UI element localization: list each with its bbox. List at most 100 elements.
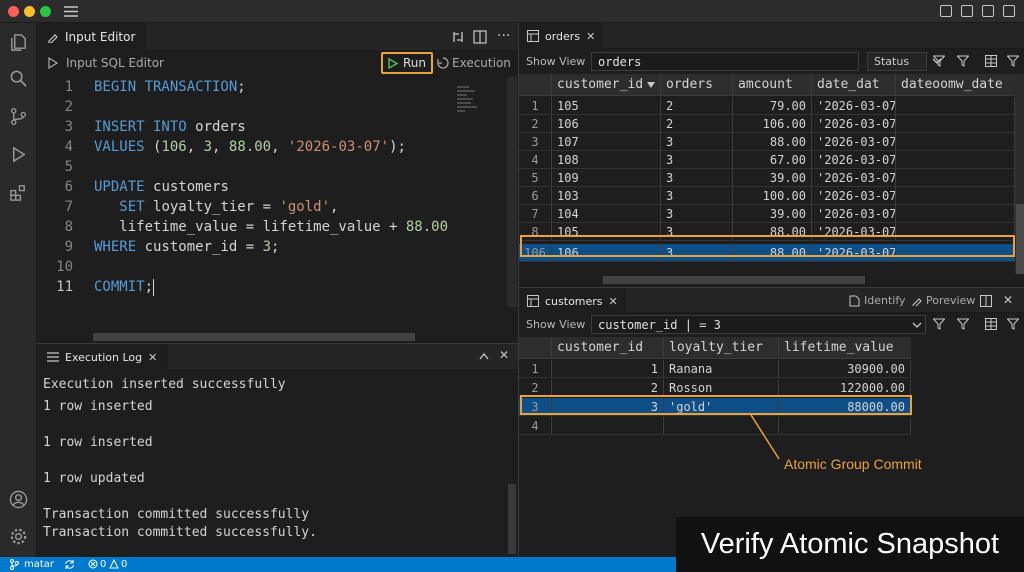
row-number: 6 xyxy=(519,187,552,204)
layout-icon[interactable] xyxy=(1003,5,1015,17)
log-scrollbar[interactable] xyxy=(508,484,516,554)
table-row[interactable]: 7 104 3 39.00'2026-03-07 xyxy=(519,205,1015,223)
editor-horizontal-scrollbar[interactable] xyxy=(93,333,415,341)
branch-name[interactable]: matar xyxy=(24,557,54,572)
row-number: 4 xyxy=(519,151,552,168)
extensions-icon[interactable] xyxy=(9,183,28,202)
code-line[interactable]: 4 VALUES (106, 3, 88.00, '2026-03-07'); xyxy=(37,137,507,157)
tab-orders[interactable]: orders ✕ xyxy=(519,23,604,49)
table-row[interactable]: 4 108 3 67.00'2026-03-07 xyxy=(519,151,1015,169)
caption-overlay: Verify Atomic Snapshot xyxy=(676,517,1024,572)
code-token: 106 xyxy=(161,139,187,155)
table-cell xyxy=(896,169,1015,186)
customers-col-loyalty-tier[interactable]: loyalty_tier xyxy=(664,337,779,358)
preview-button[interactable]: Poreview xyxy=(926,294,975,307)
tab-input-editor[interactable]: Input Editor xyxy=(37,23,147,51)
orders-col-orders[interactable]: orders xyxy=(661,74,733,95)
close-panel-icon[interactable]: ✕ xyxy=(499,348,509,362)
menu-icon[interactable] xyxy=(64,6,78,17)
customers-col-lifetime-value[interactable]: lifetime_value xyxy=(779,337,911,358)
editor-vertical-scrollbar[interactable] xyxy=(507,77,517,307)
code-line[interactable]: 7 SET loyalty_tier = 'gold', xyxy=(37,197,507,217)
code-text: lifetime_value = lifetime_value + 88.00 xyxy=(94,217,448,237)
filter-clear-icon[interactable] xyxy=(957,55,969,67)
problems-count[interactable]: 0 xyxy=(100,557,106,572)
split-editor-icon[interactable] xyxy=(473,30,487,44)
code-text: BEGIN TRANSACTION; xyxy=(94,77,246,97)
status-dropdown[interactable]: Status xyxy=(867,52,942,71)
orders-vertical-scrollbar[interactable] xyxy=(1015,74,1024,274)
table-row[interactable]: 4 xyxy=(519,417,911,435)
filter-icon[interactable] xyxy=(933,318,945,330)
table-row[interactable]: 1 1 Ranana 30900.00 xyxy=(519,360,911,378)
settings-gear-icon[interactable] xyxy=(9,527,28,546)
code-line[interactable]: 2 xyxy=(37,97,507,117)
execution-button[interactable]: Execution xyxy=(452,56,511,70)
toggle-panel-icon[interactable] xyxy=(961,5,973,17)
tab-customers[interactable]: customers ✕ xyxy=(519,288,626,314)
explorer-icon[interactable] xyxy=(9,33,28,52)
search-icon[interactable] xyxy=(9,69,28,88)
code-line[interactable]: 3 INSERT INTO orders xyxy=(37,117,507,137)
tab-execution-log-label: Execution Log xyxy=(65,350,143,364)
code-line[interactable]: 5 xyxy=(37,157,507,177)
table-row[interactable]: 6 103 3 100.00'2026-03-07 xyxy=(519,187,1015,205)
close-customers-tab-icon[interactable]: ✕ xyxy=(609,295,618,308)
orders-filter-input[interactable]: orders xyxy=(591,52,859,71)
code-token: ; xyxy=(144,279,154,295)
close-orders-tab-icon[interactable]: ✕ xyxy=(586,30,595,43)
run-button[interactable]: Run xyxy=(381,52,433,74)
chevron-up-icon[interactable] xyxy=(479,352,489,360)
code-line[interactable]: 8 lifetime_value = lifetime_value + 88.0… xyxy=(37,217,507,237)
log-line: 1 row inserted xyxy=(43,435,153,450)
chevron-down-icon[interactable] xyxy=(912,322,922,329)
filter-clear-icon[interactable] xyxy=(957,318,969,330)
line-number: 3 xyxy=(64,119,73,135)
orders-col-date2[interactable]: dateoomw_date xyxy=(896,74,1015,95)
sync-icon[interactable] xyxy=(64,559,75,570)
table-cell: 2 xyxy=(661,115,733,132)
table-cell: 106 xyxy=(552,115,661,132)
split-icon[interactable] xyxy=(980,295,992,307)
customers-filter-input[interactable]: customer_id | = 3 xyxy=(591,315,926,334)
orders-col-date[interactable]: date_dat xyxy=(812,74,896,95)
code-text: INSERT INTO orders xyxy=(94,117,246,137)
source-control-icon[interactable] xyxy=(9,107,28,126)
code-line[interactable]: 11 COMMIT; xyxy=(37,277,507,297)
filter-icon[interactable] xyxy=(933,55,945,67)
minimize-window-button[interactable] xyxy=(24,6,35,17)
close-log-tab-icon[interactable]: ✕ xyxy=(148,351,157,364)
customers-show-view-label: Show View xyxy=(526,318,586,331)
column-filter-icon[interactable] xyxy=(1007,318,1019,330)
code-line[interactable]: 1 BEGIN TRANSACTION; xyxy=(37,77,507,97)
code-line[interactable]: 9 WHERE customer_id = 3; xyxy=(37,237,507,257)
close-window-button[interactable] xyxy=(8,6,19,17)
table-row[interactable]: 1 105 2 79.00'2026-03-07 xyxy=(519,97,1015,115)
compare-icon[interactable] xyxy=(451,30,465,44)
orders-horizontal-scrollbar[interactable] xyxy=(603,276,865,284)
maximize-window-button[interactable] xyxy=(40,6,51,17)
warnings-count[interactable]: 0 xyxy=(121,557,127,572)
minimap[interactable] xyxy=(455,83,505,127)
table-row[interactable]: 3 107 3 88.00'2026-03-07 xyxy=(519,133,1015,151)
grid-view-icon[interactable] xyxy=(985,318,997,330)
orders-col-amount[interactable]: amcount xyxy=(733,74,812,95)
code-line[interactable]: 10 xyxy=(37,257,507,277)
orders-col-customer-id[interactable]: customer_id xyxy=(552,74,661,95)
sort-desc-icon[interactable] xyxy=(647,82,655,88)
account-icon[interactable] xyxy=(9,490,28,509)
close-customers-panel-icon[interactable]: ✕ xyxy=(1003,293,1013,307)
toggle-secondary-sidebar-icon[interactable] xyxy=(982,5,994,17)
more-actions-icon[interactable]: ··· xyxy=(497,28,510,44)
run-debug-icon[interactable] xyxy=(9,145,28,164)
grid-view-icon[interactable] xyxy=(985,55,997,67)
customers-col-customer-id[interactable]: customer_id xyxy=(552,337,664,358)
table-row[interactable]: 2 106 2 106.00'2026-03-07 xyxy=(519,115,1015,133)
toggle-sidebar-icon[interactable] xyxy=(940,5,952,17)
tab-execution-log[interactable]: Execution Log ✕ xyxy=(37,344,169,370)
identify-button[interactable]: Identify xyxy=(864,294,906,307)
table-cell: '2026-03-07 xyxy=(812,187,896,204)
table-row[interactable]: 5 109 3 39.00'2026-03-07 xyxy=(519,169,1015,187)
code-line[interactable]: 6 UPDATE customers xyxy=(37,177,507,197)
column-filter-icon[interactable] xyxy=(1007,55,1019,67)
